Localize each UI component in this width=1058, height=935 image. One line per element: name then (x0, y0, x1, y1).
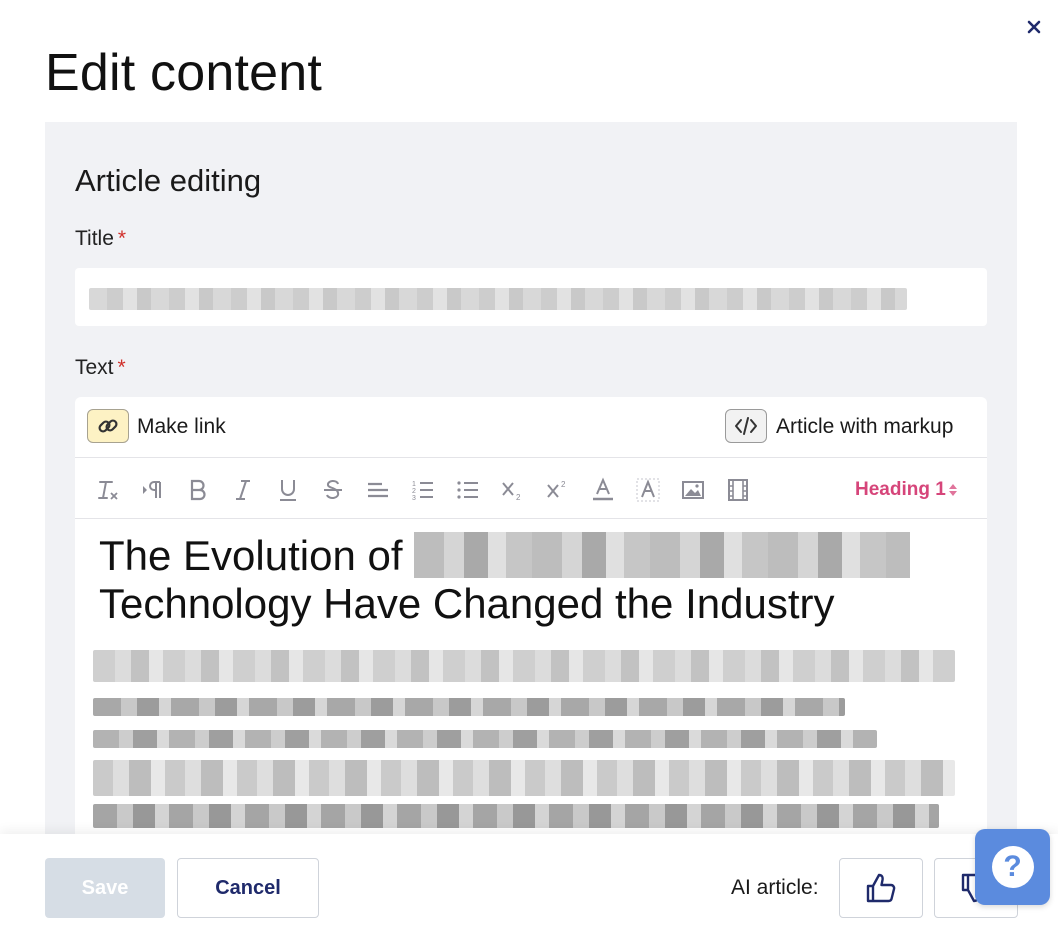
underline-button[interactable] (275, 477, 301, 503)
svg-text:2: 2 (516, 493, 521, 502)
body-redacted-line (93, 804, 939, 828)
cancel-button[interactable]: Cancel (177, 858, 319, 918)
article-heading-end: Technology Have Changed the Industry (99, 580, 835, 627)
strikethrough-icon (324, 479, 342, 499)
bold-button[interactable] (185, 477, 211, 503)
superscript-icon: 2 (547, 480, 566, 498)
bold-icon (190, 479, 206, 501)
title-label-text: Title (75, 227, 114, 250)
formatting-toolbar: 123 2 2 Heading 1 (75, 459, 987, 519)
make-link-label: Make link (137, 415, 226, 438)
editor-content[interactable]: The Evolution of Technology Have Changed… (75, 520, 987, 834)
svg-text:2: 2 (561, 480, 566, 489)
markup-button[interactable] (725, 409, 767, 443)
svg-text:2: 2 (412, 488, 416, 495)
required-mark: * (117, 227, 127, 250)
superscript-button[interactable]: 2 (545, 477, 571, 503)
paragraph-direction-button[interactable] (140, 477, 166, 503)
svg-text:1: 1 (412, 481, 416, 488)
bullet-list-button[interactable] (455, 477, 481, 503)
ordered-list-icon: 123 (412, 481, 433, 502)
italic-icon (236, 480, 250, 500)
clear-format-button[interactable] (95, 477, 121, 503)
article-heading: The Evolution of Technology Have Changed… (99, 532, 959, 628)
dialog-footer: Save Cancel AI article: (0, 834, 1058, 935)
required-mark: * (117, 356, 126, 379)
code-icon (735, 417, 757, 435)
video-icon (728, 479, 748, 501)
image-icon (682, 481, 704, 499)
svg-text:3: 3 (412, 495, 416, 502)
strikethrough-button[interactable] (320, 477, 346, 503)
highlight-button[interactable] (635, 477, 661, 503)
section-title: Article editing (75, 163, 262, 198)
text-label-text: Text (75, 356, 114, 379)
insert-image-button[interactable] (680, 477, 706, 503)
italic-button[interactable] (230, 477, 256, 503)
page-title: Edit content (45, 44, 323, 102)
subscript-button[interactable]: 2 (500, 477, 526, 503)
subscript-icon: 2 (502, 482, 521, 502)
insert-video-button[interactable] (725, 477, 751, 503)
article-heading-start: The Evolution of (99, 532, 403, 579)
save-button[interactable]: Save (45, 858, 165, 918)
help-button[interactable]: ? (975, 829, 1050, 905)
heading-redacted-text (414, 532, 911, 578)
article-editing-panel: Article editing Title* Text* Make link (45, 122, 1017, 834)
body-redacted-line (93, 650, 955, 682)
body-redacted-line (93, 730, 877, 748)
highlight-icon (636, 478, 660, 502)
heading-select[interactable]: Heading 1 (855, 479, 958, 501)
body-redacted-line (93, 698, 845, 716)
edit-content-dialog: Edit content Article editing Title * Text… (0, 0, 1058, 935)
clear-format-icon (98, 481, 118, 500)
ai-article-label: AI article: (731, 876, 819, 899)
align-button[interactable] (365, 477, 391, 503)
thumbs-up-icon (866, 873, 896, 903)
title-label: Title * (75, 226, 126, 252)
editor-topbar: Make link Article with markup (75, 397, 987, 458)
underline-icon (280, 480, 296, 501)
text-label: Text * (75, 355, 126, 381)
sort-arrows-icon (948, 484, 957, 496)
close-icon (1027, 20, 1041, 34)
bullet-list-icon (457, 481, 478, 499)
title-input[interactable] (75, 268, 987, 326)
align-icon (368, 482, 388, 498)
thumbs-up-button[interactable] (839, 858, 923, 918)
text-color-button[interactable] (590, 477, 616, 503)
heading-select-value: Heading 1 (855, 479, 946, 500)
body-redacted-line (93, 760, 955, 796)
paragraph-direction-icon (143, 481, 161, 498)
link-icon (98, 419, 118, 433)
title-redacted-text (89, 288, 907, 310)
text-color-icon (593, 477, 613, 501)
ordered-list-button[interactable]: 123 (410, 477, 436, 503)
close-button[interactable] (1021, 14, 1047, 40)
rich-text-editor[interactable]: Make link Article with markup 1 2 3 2 2 … (75, 397, 987, 834)
markup-label: Article with markup (776, 415, 954, 438)
help-icon: ? (991, 846, 1034, 888)
make-link-button[interactable] (87, 409, 129, 443)
